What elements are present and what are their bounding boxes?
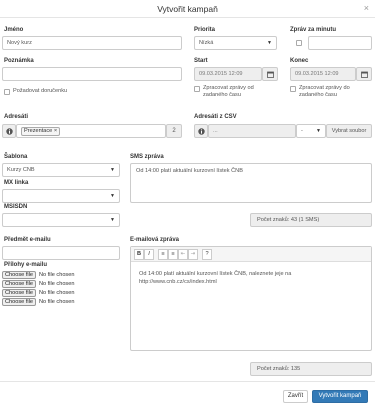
note-input[interactable] — [2, 67, 182, 81]
attachments-label: Přílohy e-mailu — [4, 262, 48, 268]
start-label: Start — [194, 58, 208, 64]
rate-checkbox[interactable] — [296, 40, 302, 46]
sms-label: SMS zpráva — [130, 154, 164, 160]
browse-button[interactable]: Vybrat soubor — [326, 124, 372, 138]
caret-down-icon: ▼ — [110, 217, 115, 223]
recipients-input[interactable]: Prezentace × — [16, 124, 166, 138]
rate-input[interactable] — [308, 36, 372, 50]
choose-file-button[interactable]: Choose file — [2, 298, 36, 306]
create-campaign-button[interactable]: Vytvořit kampaň — [312, 390, 368, 403]
msisdn-select[interactable]: ▼ — [2, 213, 120, 227]
template-label: Šablona — [4, 154, 28, 160]
process-to-checkbox[interactable] — [290, 86, 296, 92]
choose-file-button[interactable]: Choose file — [2, 271, 36, 279]
email-char-count: Počet znaků: 135 — [250, 362, 372, 376]
recipients-csv-label: Adresáti z CSV — [194, 114, 237, 120]
file-status: No file chosen — [39, 299, 75, 305]
dialog-title: Vytvořit kampaň — [0, 0, 375, 18]
priority-select[interactable]: Nízká ▼ — [194, 36, 277, 50]
file-status: No file chosen — [39, 290, 75, 296]
outdent-button[interactable]: ⇤ — [178, 249, 188, 260]
unordered-list-button[interactable]: ≡ — [158, 249, 168, 260]
mx-line-select[interactable]: ▼ — [2, 189, 120, 203]
email-textarea[interactable]: Od 14:00 platí aktuální kurzovní lístek … — [135, 267, 367, 289]
csv-delimiter-select[interactable]: - ▼ — [296, 124, 326, 138]
file-status: No file chosen — [39, 281, 75, 287]
template-select[interactable]: Kurzy CNB ▼ — [2, 163, 120, 177]
caret-down-icon: ▼ — [316, 128, 321, 134]
priority-value: Nízká — [199, 40, 214, 46]
process-from-label-1: Zpracovat zprávy od — [203, 85, 254, 91]
choose-file-button[interactable]: Choose file — [2, 289, 36, 297]
end-label: Konec — [290, 58, 309, 64]
note-label: Poznámka — [4, 58, 34, 64]
process-to-label-2: zadaného času — [299, 92, 337, 98]
sms-char-count: Počet znaků: 43 (1 SMS) — [250, 213, 372, 227]
name-input[interactable]: Nový kurz — [2, 36, 182, 50]
caret-down-icon: ▼ — [110, 167, 115, 173]
caret-down-icon: ▼ — [110, 193, 115, 199]
indent-button[interactable]: ⇥ — [188, 249, 198, 260]
delivery-report-checkbox[interactable] — [4, 89, 10, 95]
ordered-list-button[interactable]: ≡ — [168, 249, 178, 260]
footer-divider — [0, 381, 375, 382]
email-subject-input[interactable] — [2, 246, 120, 260]
help-button[interactable]: ? — [202, 249, 212, 260]
sms-textarea[interactable]: Od 14:00 platí aktuální kurzovní lístek … — [130, 163, 372, 203]
msisdn-label: MSISDN — [4, 204, 28, 210]
end-input[interactable]: 09.03.2015 12:09 — [290, 67, 356, 81]
file-status: No file chosen — [39, 272, 75, 278]
recipient-tag-label: Prezentace — [24, 128, 53, 134]
priority-label: Priorita — [194, 27, 216, 33]
recipients-count: 2 — [166, 124, 182, 138]
mx-line-label: MX linka — [4, 180, 29, 186]
rate-label: Zpráv za minutu — [290, 27, 337, 33]
remove-tag-icon[interactable]: × — [54, 128, 57, 134]
start-input[interactable]: 09.03.2015 12:09 — [194, 67, 262, 81]
email-message-label: E-mailová zpráva — [130, 237, 180, 243]
process-from-checkbox[interactable] — [194, 86, 200, 92]
info-icon — [2, 124, 16, 138]
csv-file-input[interactable]: ... — [208, 124, 296, 138]
choose-file-button[interactable]: Choose file — [2, 280, 36, 288]
caret-down-icon: ▼ — [267, 40, 272, 46]
template-value: Kurzy CNB — [7, 167, 35, 173]
email-editor: B I ≡ ≡ ⇤ ⇥ ? Od 14:00 platí aktuální ku… — [130, 246, 372, 351]
info-icon — [194, 124, 208, 138]
name-label: Jméno — [4, 27, 24, 33]
process-to-label-1: Zpracovat zprávy do — [299, 85, 350, 91]
process-from-label-2: zadaného času — [203, 92, 241, 98]
calendar-icon[interactable] — [262, 67, 278, 81]
bold-button[interactable]: B — [134, 249, 144, 260]
italic-button[interactable]: I — [144, 249, 154, 260]
calendar-icon[interactable] — [356, 67, 372, 81]
recipients-label: Adresáti — [4, 114, 29, 120]
delivery-report-label: Požadovat doručenku — [13, 88, 68, 94]
email-subject-label: Předmět e-mailu — [4, 237, 51, 243]
close-icon[interactable]: × — [364, 4, 369, 13]
csv-delimiter-value: - — [301, 128, 303, 134]
recipient-tag: Prezentace × — [21, 127, 61, 136]
close-button[interactable]: Zavřít — [283, 390, 308, 403]
